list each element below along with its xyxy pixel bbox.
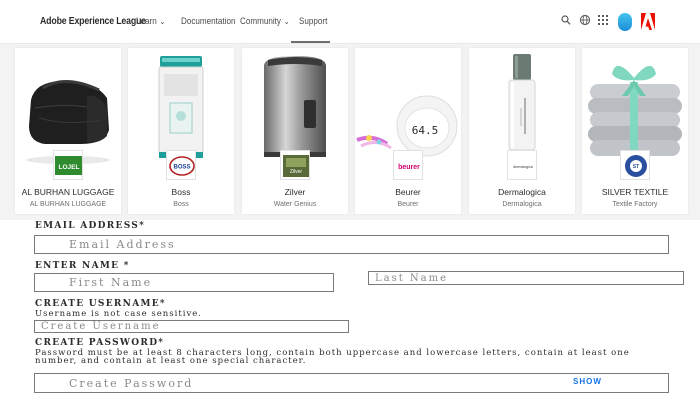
product-card[interactable]: LOJEL AL BURHAN LUGGAGE AL BURHAN LUGGAG… [15,48,121,214]
chevron-down-icon: ⌄ [283,17,290,26]
password-help-text: Password must be at least 8 characters l… [35,348,630,366]
logo-text: beurer [398,164,420,171]
nav-community-label: Community [240,16,281,26]
product-card[interactable]: BOSS Boss Boss [128,48,234,214]
product-title: Boss [171,187,191,197]
product-subtitle: Boss [173,201,189,208]
nav-documentation-label: Documentation [181,16,236,26]
user-avatar[interactable] [618,13,632,31]
product-card[interactable]: 64.5 beurer Beurer Beurer [355,48,461,214]
chevron-down-icon: ⌄ [159,17,166,26]
brand-logo: ST [620,150,650,180]
brand-logo: LOJEL [53,150,83,180]
brand-logo: Zilver [280,150,310,180]
product-subtitle: Water Genius [273,201,317,208]
apps-grid-icon[interactable] [598,14,608,26]
nav-support[interactable]: Support [299,16,327,26]
username-label: CREATE USERNAME* [35,299,166,309]
adobe-logo-icon[interactable] [641,13,655,30]
product-title: Zilver [284,187,306,197]
product-subtitle: Beurer [397,201,419,208]
water-dispenser-image [264,56,326,157]
username-help-text: Username is not case sensitive. [35,309,202,319]
top-navigation-bar: Adobe Experience League Learn ⌄ Documenta… [0,0,700,44]
username-field[interactable] [34,320,349,333]
logo-text: Zilver [290,169,303,175]
product-subtitle: Dermalogica [502,201,542,208]
bag-image [26,80,110,164]
product-title: SILVER TEXTILE [601,187,669,197]
active-tab-indicator [291,41,330,43]
product-card[interactable]: Zilver Zilver Water Genius [242,48,348,214]
first-name-field[interactable] [34,273,334,292]
search-icon[interactable] [561,14,571,26]
email-label: EMAIL ADDRESS* [35,221,146,231]
nav-learn-label: Learn [136,16,157,26]
product-card[interactable]: dermalogica Dermalogica Dermalogica [469,48,575,214]
brand-logo: BOSS [166,150,196,180]
washing-machine-image [158,56,204,158]
nav-documentation[interactable]: Documentation [181,16,235,26]
last-name-field[interactable] [368,271,684,285]
brand-logo: dermalogica [507,150,537,180]
password-label: CREATE PASSWORD* [35,338,165,348]
logo-text: LOJEL [59,164,80,171]
email-field[interactable] [34,235,669,254]
towel-stack-image [588,65,682,158]
serum-bottle-image [508,54,536,151]
scale-readout: 64.5 [412,124,439,137]
globe-icon[interactable] [579,14,591,26]
brand-name[interactable]: Adobe Experience League [40,16,146,27]
product-title: AL BURHAN LUGGAGE [21,187,115,197]
nav-community[interactable]: Community ⌄ [240,16,290,26]
nav-support-label: Support [299,16,328,26]
logo-text: ST [633,164,639,170]
nav-learn[interactable]: Learn ⌄ [136,16,165,26]
logo-text: BOSS [173,165,190,171]
logo-text: dermalogica [513,165,533,169]
product-title: Beurer [395,187,421,197]
product-subtitle: AL BURHAN LUGGAGE [29,201,107,208]
name-label: ENTER NAME * [35,261,130,271]
brand-logo: beurer [393,150,423,180]
product-subtitle: Textile Factory [612,201,658,208]
scale-image: 64.5 [356,95,458,157]
show-password-button[interactable]: SHOW [573,377,602,386]
product-title: Dermalogica [498,187,546,197]
product-card[interactable]: ST SILVER TEXTILE Textile Factory [582,48,688,214]
